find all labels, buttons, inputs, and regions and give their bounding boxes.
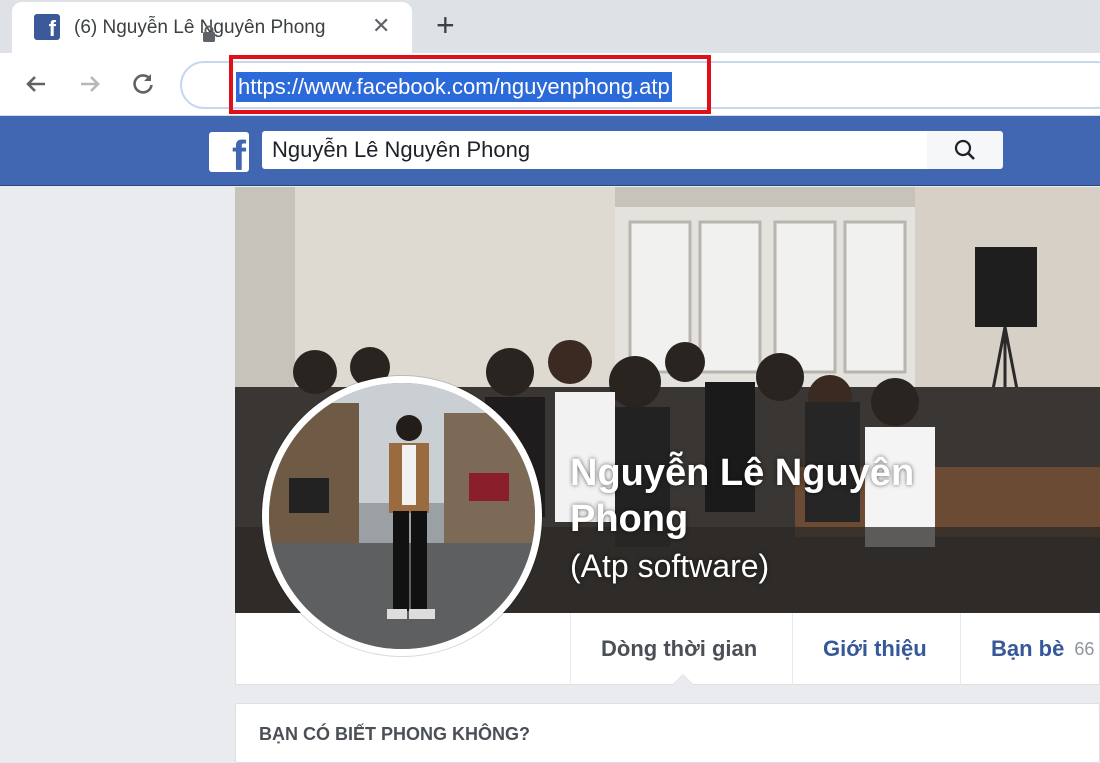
new-tab-button[interactable]: + — [436, 7, 455, 43]
search-button[interactable] — [927, 131, 1003, 169]
forward-arrow-icon[interactable] — [72, 66, 108, 102]
tab-friends[interactable]: Bạn bè 66 — [960, 613, 1100, 685]
lock-icon — [200, 24, 218, 49]
back-arrow-icon[interactable] — [18, 66, 54, 102]
tab-timeline-label: Dòng thời gian — [601, 636, 758, 661]
profile-picture[interactable] — [262, 376, 542, 656]
url-highlight-box — [229, 55, 711, 114]
reload-icon[interactable] — [125, 66, 161, 102]
avatar — [269, 383, 535, 649]
tab-about[interactable]: Giới thiệu — [792, 613, 960, 685]
facebook-search-input[interactable]: Nguyễn Lê Nguyên Phong — [262, 131, 927, 169]
profile-name-line-1: Nguyễn Lê Nguyên — [570, 452, 915, 494]
tab-about-label: Giới thiệu — [823, 636, 927, 661]
profile-name[interactable]: Nguyễn Lê Nguyên Phong — [570, 450, 914, 542]
facebook-logo-icon[interactable]: f — [209, 132, 249, 172]
profile-name-line-2: Phong — [570, 498, 689, 540]
tab-close-icon[interactable]: ✕ — [372, 13, 390, 39]
friends-count: 66 — [1074, 638, 1095, 659]
tab-friends-label: Bạn bè — [991, 636, 1065, 661]
profile-alternate-name: (Atp software) — [570, 548, 770, 584]
people-you-may-know-title: BẠN CÓ BIẾT PHONG KHÔNG? — [259, 724, 531, 744]
facebook-favicon-icon: f — [34, 14, 60, 40]
search-icon — [954, 139, 975, 160]
active-tab-caret — [672, 674, 694, 685]
